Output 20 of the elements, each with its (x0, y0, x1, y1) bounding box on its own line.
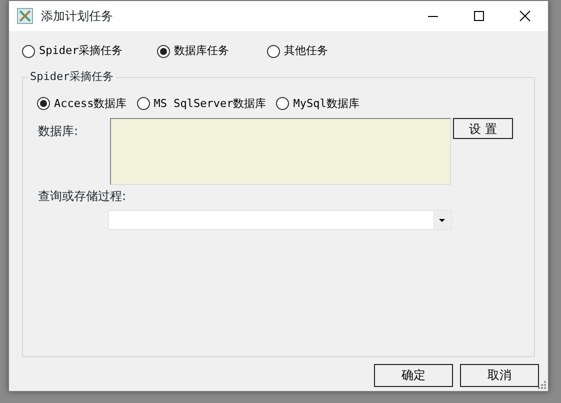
close-icon (519, 10, 531, 22)
app-icon (17, 8, 33, 24)
cancel-button[interactable]: 取消 (460, 364, 539, 386)
database-type-radio[interactable]: Access数据库 (37, 96, 127, 112)
procedure-dropdown[interactable] (108, 210, 452, 230)
settings-button[interactable]: 设 置 (453, 118, 513, 139)
database-type-radio[interactable]: MySql数据库 (276, 96, 360, 112)
task-type-radio[interactable]: 其他任务 (267, 43, 367, 60)
resize-grip-icon (538, 381, 546, 389)
database-field[interactable] (110, 118, 451, 185)
task-type-radio[interactable]: Spider采摘任务 (22, 43, 157, 60)
database-type-radio[interactable]: MS SqlServer数据库 (136, 96, 266, 112)
group-title: Spider采摘任务 (28, 68, 116, 85)
database-label: 数据库: (38, 123, 80, 140)
procedure-label: 查询或存储过程: (38, 188, 128, 205)
maximize-icon (473, 10, 485, 22)
task-type-radio[interactable]: 数据库任务 (157, 43, 267, 60)
window-title: 添加计划任务 (41, 8, 114, 25)
dropdown-arrow-icon (439, 218, 445, 222)
ok-button[interactable]: 确定 (374, 364, 453, 386)
